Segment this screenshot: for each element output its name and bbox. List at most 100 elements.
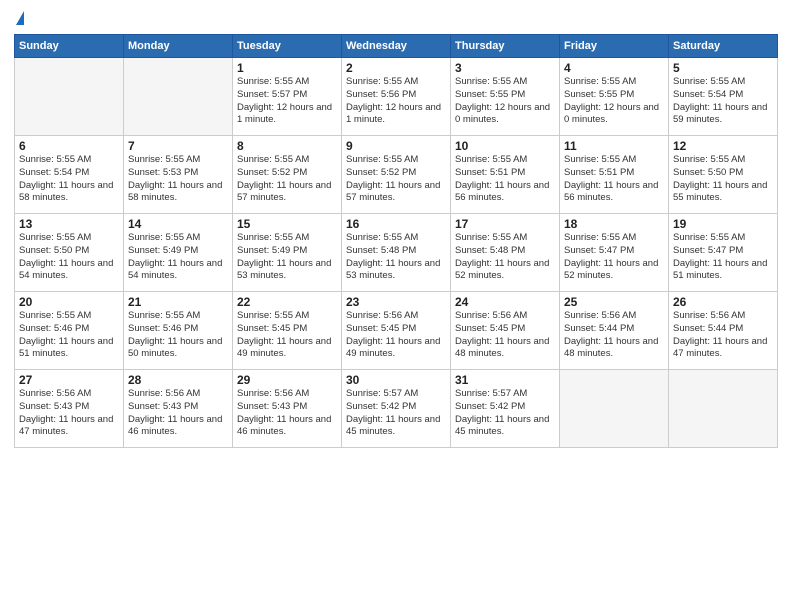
day-info: Sunrise: 5:56 AM Sunset: 5:45 PM Dayligh… [455,310,555,361]
calendar-cell: 1Sunrise: 5:55 AM Sunset: 5:57 PM Daylig… [233,58,342,136]
calendar-cell: 8Sunrise: 5:55 AM Sunset: 5:52 PM Daylig… [233,136,342,214]
calendar-cell: 22Sunrise: 5:55 AM Sunset: 5:45 PM Dayli… [233,292,342,370]
calendar-header-friday: Friday [560,35,669,58]
day-number: 28 [128,373,228,387]
calendar-cell [124,58,233,136]
day-info: Sunrise: 5:55 AM Sunset: 5:51 PM Dayligh… [455,154,555,205]
logo [14,12,24,26]
calendar-cell: 31Sunrise: 5:57 AM Sunset: 5:42 PM Dayli… [451,370,560,448]
calendar-header-wednesday: Wednesday [342,35,451,58]
calendar-cell: 12Sunrise: 5:55 AM Sunset: 5:50 PM Dayli… [669,136,778,214]
calendar-cell: 14Sunrise: 5:55 AM Sunset: 5:49 PM Dayli… [124,214,233,292]
calendar-header-monday: Monday [124,35,233,58]
day-info: Sunrise: 5:55 AM Sunset: 5:54 PM Dayligh… [673,76,773,127]
calendar-header-tuesday: Tuesday [233,35,342,58]
day-number: 29 [237,373,337,387]
week-row-3: 13Sunrise: 5:55 AM Sunset: 5:50 PM Dayli… [15,214,778,292]
day-info: Sunrise: 5:56 AM Sunset: 5:43 PM Dayligh… [128,388,228,439]
day-number: 20 [19,295,119,309]
day-number: 15 [237,217,337,231]
day-info: Sunrise: 5:55 AM Sunset: 5:46 PM Dayligh… [128,310,228,361]
calendar-cell: 10Sunrise: 5:55 AM Sunset: 5:51 PM Dayli… [451,136,560,214]
day-number: 27 [19,373,119,387]
calendar-header-thursday: Thursday [451,35,560,58]
day-info: Sunrise: 5:55 AM Sunset: 5:47 PM Dayligh… [673,232,773,283]
day-info: Sunrise: 5:55 AM Sunset: 5:50 PM Dayligh… [673,154,773,205]
week-row-5: 27Sunrise: 5:56 AM Sunset: 5:43 PM Dayli… [15,370,778,448]
day-info: Sunrise: 5:55 AM Sunset: 5:53 PM Dayligh… [128,154,228,205]
day-number: 1 [237,61,337,75]
day-info: Sunrise: 5:56 AM Sunset: 5:43 PM Dayligh… [19,388,119,439]
calendar-cell: 21Sunrise: 5:55 AM Sunset: 5:46 PM Dayli… [124,292,233,370]
day-info: Sunrise: 5:55 AM Sunset: 5:46 PM Dayligh… [19,310,119,361]
day-info: Sunrise: 5:55 AM Sunset: 5:55 PM Dayligh… [564,76,664,127]
week-row-1: 1Sunrise: 5:55 AM Sunset: 5:57 PM Daylig… [15,58,778,136]
calendar-cell: 25Sunrise: 5:56 AM Sunset: 5:44 PM Dayli… [560,292,669,370]
calendar-cell [669,370,778,448]
day-info: Sunrise: 5:57 AM Sunset: 5:42 PM Dayligh… [455,388,555,439]
calendar-cell: 18Sunrise: 5:55 AM Sunset: 5:47 PM Dayli… [560,214,669,292]
week-row-2: 6Sunrise: 5:55 AM Sunset: 5:54 PM Daylig… [15,136,778,214]
day-number: 10 [455,139,555,153]
calendar-cell: 26Sunrise: 5:56 AM Sunset: 5:44 PM Dayli… [669,292,778,370]
day-info: Sunrise: 5:55 AM Sunset: 5:49 PM Dayligh… [237,232,337,283]
calendar-cell: 28Sunrise: 5:56 AM Sunset: 5:43 PM Dayli… [124,370,233,448]
calendar-header-saturday: Saturday [669,35,778,58]
calendar-cell: 5Sunrise: 5:55 AM Sunset: 5:54 PM Daylig… [669,58,778,136]
day-number: 4 [564,61,664,75]
day-number: 24 [455,295,555,309]
calendar-cell: 27Sunrise: 5:56 AM Sunset: 5:43 PM Dayli… [15,370,124,448]
day-info: Sunrise: 5:55 AM Sunset: 5:50 PM Dayligh… [19,232,119,283]
day-number: 9 [346,139,446,153]
calendar-cell: 11Sunrise: 5:55 AM Sunset: 5:51 PM Dayli… [560,136,669,214]
day-number: 30 [346,373,446,387]
day-number: 8 [237,139,337,153]
day-number: 25 [564,295,664,309]
day-number: 17 [455,217,555,231]
day-info: Sunrise: 5:55 AM Sunset: 5:54 PM Dayligh… [19,154,119,205]
calendar-cell: 4Sunrise: 5:55 AM Sunset: 5:55 PM Daylig… [560,58,669,136]
calendar-header-row: SundayMondayTuesdayWednesdayThursdayFrid… [15,35,778,58]
day-number: 22 [237,295,337,309]
day-info: Sunrise: 5:55 AM Sunset: 5:49 PM Dayligh… [128,232,228,283]
day-info: Sunrise: 5:55 AM Sunset: 5:47 PM Dayligh… [564,232,664,283]
day-info: Sunrise: 5:56 AM Sunset: 5:43 PM Dayligh… [237,388,337,439]
calendar-cell: 30Sunrise: 5:57 AM Sunset: 5:42 PM Dayli… [342,370,451,448]
day-number: 3 [455,61,555,75]
day-number: 7 [128,139,228,153]
day-info: Sunrise: 5:55 AM Sunset: 5:48 PM Dayligh… [455,232,555,283]
calendar-cell: 17Sunrise: 5:55 AM Sunset: 5:48 PM Dayli… [451,214,560,292]
day-number: 18 [564,217,664,231]
calendar-header-sunday: Sunday [15,35,124,58]
day-info: Sunrise: 5:55 AM Sunset: 5:52 PM Dayligh… [237,154,337,205]
day-number: 5 [673,61,773,75]
calendar-cell: 16Sunrise: 5:55 AM Sunset: 5:48 PM Dayli… [342,214,451,292]
calendar-cell: 9Sunrise: 5:55 AM Sunset: 5:52 PM Daylig… [342,136,451,214]
day-number: 14 [128,217,228,231]
calendar-table: SundayMondayTuesdayWednesdayThursdayFrid… [14,34,778,448]
calendar-cell: 2Sunrise: 5:55 AM Sunset: 5:56 PM Daylig… [342,58,451,136]
day-info: Sunrise: 5:56 AM Sunset: 5:45 PM Dayligh… [346,310,446,361]
day-info: Sunrise: 5:55 AM Sunset: 5:56 PM Dayligh… [346,76,446,127]
day-number: 12 [673,139,773,153]
day-number: 19 [673,217,773,231]
day-info: Sunrise: 5:55 AM Sunset: 5:52 PM Dayligh… [346,154,446,205]
header [14,12,778,26]
logo-triangle-icon [16,11,24,25]
calendar-cell: 19Sunrise: 5:55 AM Sunset: 5:47 PM Dayli… [669,214,778,292]
calendar-cell: 20Sunrise: 5:55 AM Sunset: 5:46 PM Dayli… [15,292,124,370]
calendar-cell: 15Sunrise: 5:55 AM Sunset: 5:49 PM Dayli… [233,214,342,292]
day-info: Sunrise: 5:55 AM Sunset: 5:48 PM Dayligh… [346,232,446,283]
day-number: 26 [673,295,773,309]
day-info: Sunrise: 5:57 AM Sunset: 5:42 PM Dayligh… [346,388,446,439]
day-number: 11 [564,139,664,153]
calendar-cell: 3Sunrise: 5:55 AM Sunset: 5:55 PM Daylig… [451,58,560,136]
week-row-4: 20Sunrise: 5:55 AM Sunset: 5:46 PM Dayli… [15,292,778,370]
day-info: Sunrise: 5:56 AM Sunset: 5:44 PM Dayligh… [673,310,773,361]
calendar-cell: 7Sunrise: 5:55 AM Sunset: 5:53 PM Daylig… [124,136,233,214]
calendar-cell: 29Sunrise: 5:56 AM Sunset: 5:43 PM Dayli… [233,370,342,448]
day-info: Sunrise: 5:56 AM Sunset: 5:44 PM Dayligh… [564,310,664,361]
day-number: 16 [346,217,446,231]
day-info: Sunrise: 5:55 AM Sunset: 5:55 PM Dayligh… [455,76,555,127]
calendar-cell [560,370,669,448]
